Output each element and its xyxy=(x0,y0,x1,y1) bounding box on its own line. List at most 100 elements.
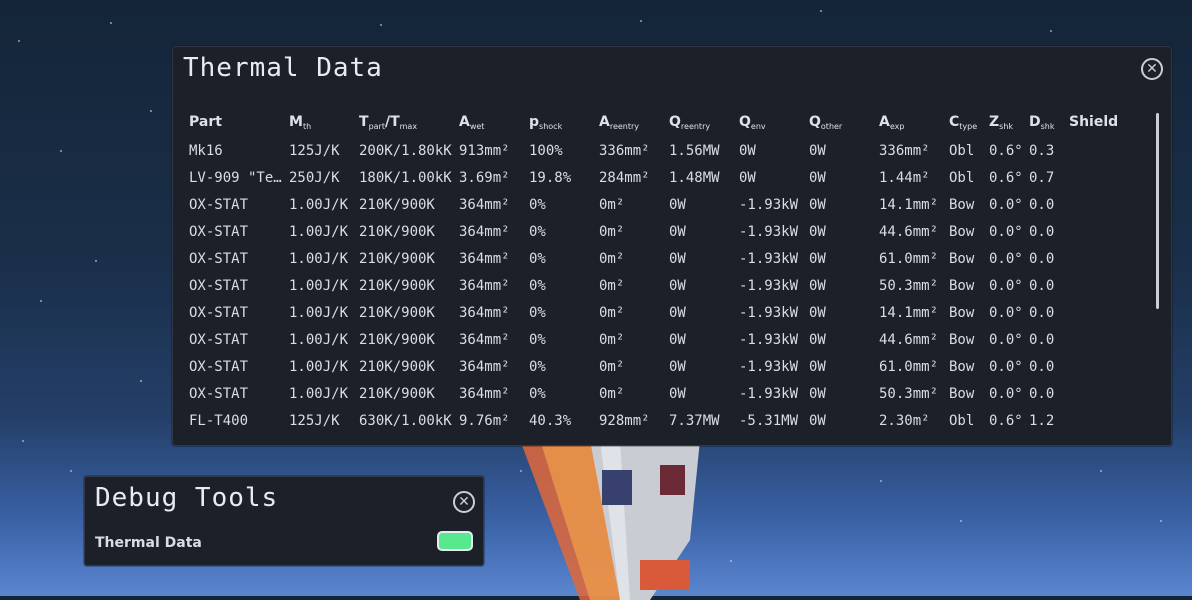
table-cell: 364mm² xyxy=(459,250,510,267)
thermal-data-table: Part Mth Tpart/Tmax Awet pshock Areentry Qreen… xyxy=(189,107,1129,434)
table-cell: 0m² xyxy=(599,277,625,294)
table-cell: 1.44m² xyxy=(879,169,930,186)
table-cell: Bow xyxy=(949,304,975,321)
table-cell: 0.0° xyxy=(989,304,1023,321)
table-cell: 364mm² xyxy=(459,277,510,294)
table-cell: Bow xyxy=(949,385,975,402)
table-cell: 61.0mm² xyxy=(879,250,939,267)
table-cell: 210K/900K xyxy=(359,250,435,267)
table-cell: -1.93kW xyxy=(739,196,799,213)
table-cell: 0.0 xyxy=(1029,331,1055,348)
table-cell: 1.00J/K xyxy=(289,331,349,348)
scrollbar[interactable] xyxy=(1156,113,1159,309)
table-cell: 0.0° xyxy=(989,196,1023,213)
table-cell: 0.0 xyxy=(1029,277,1055,294)
close-icon[interactable]: ✕ xyxy=(453,491,475,513)
table-cell: 200K/1.80kK xyxy=(359,142,452,159)
table-cell: 1.56MW xyxy=(669,142,720,159)
table-cell: 0W xyxy=(809,250,826,267)
column-header: Aexp xyxy=(879,113,905,131)
table-cell: 1.48MW xyxy=(669,169,720,186)
table-cell: OX-STAT xyxy=(189,331,249,348)
table-cell: -1.93kW xyxy=(739,331,799,348)
table-cell: 50.3mm² xyxy=(879,385,939,402)
debug-tools-window: Debug Tools ✕ Thermal Data xyxy=(84,476,484,566)
table-cell: 630K/1.00kK xyxy=(359,412,452,429)
table-cell: 0m² xyxy=(599,250,625,267)
table-cell: 0m² xyxy=(599,304,625,321)
table-cell: -1.93kW xyxy=(739,277,799,294)
table-cell: 0.6° xyxy=(989,142,1023,159)
table-cell: 364mm² xyxy=(459,385,510,402)
column-header: Qenv xyxy=(739,113,766,131)
table-cell: 44.6mm² xyxy=(879,331,939,348)
table-cell: 0W xyxy=(809,412,826,429)
column-header: Qother xyxy=(809,113,843,131)
table-cell: 336mm² xyxy=(599,142,650,159)
table-cell: Bow xyxy=(949,331,975,348)
table-row: OX-STAT 1.00J/K 210K/900K 364mm² 0% 0m² 0W -1.9… xyxy=(189,353,1129,380)
table-cell: 0.0° xyxy=(989,358,1023,375)
table-cell: 210K/900K xyxy=(359,223,435,240)
table-cell: 1.00J/K xyxy=(289,196,349,213)
table-cell: 0W xyxy=(669,304,686,321)
table-cell: 0W xyxy=(809,385,826,402)
table-cell: 0.0° xyxy=(989,385,1023,402)
column-header: Shield xyxy=(1069,114,1119,130)
table-cell: 210K/900K xyxy=(359,304,435,321)
table-cell: 0.0 xyxy=(1029,385,1055,402)
column-header: Ctype xyxy=(949,113,978,131)
thermal-data-window: Thermal Data ✕ Part Mth Tpart/Tmax Awet psho… xyxy=(172,46,1172,446)
table-cell: 50.3mm² xyxy=(879,277,939,294)
table-cell: 1.00J/K xyxy=(289,223,349,240)
table-cell: 0W xyxy=(809,196,826,213)
table-cell: 928mm² xyxy=(599,412,650,429)
close-icon[interactable]: ✕ xyxy=(1141,58,1163,80)
table-cell xyxy=(1069,272,1129,299)
column-header: Mth xyxy=(289,113,312,131)
column-header: Areentry xyxy=(599,113,640,131)
table-cell: 40.3% xyxy=(529,412,572,429)
table-cell: 284mm² xyxy=(599,169,650,186)
table-cell: 0.7 xyxy=(1029,169,1055,186)
table-cell: 0W xyxy=(669,331,686,348)
table-cell: 0W xyxy=(739,142,756,159)
table-cell: 364mm² xyxy=(459,358,510,375)
table-cell: 14.1mm² xyxy=(879,304,939,321)
table-cell: 180K/1.00kK xyxy=(359,169,452,186)
table-cell: FL-T400 xyxy=(189,412,249,429)
table-cell: 0.6° xyxy=(989,169,1023,186)
table-cell: 0m² xyxy=(599,358,625,375)
table-row: Mk16 125J/K 200K/1.80kK 913mm² 100% 336mm² 1.5… xyxy=(189,137,1129,164)
table-cell: 0% xyxy=(529,223,546,240)
table-cell xyxy=(1069,380,1129,407)
table-cell: 100% xyxy=(529,142,563,159)
table-cell: 250J/K xyxy=(289,169,340,186)
table-cell: 0.0° xyxy=(989,223,1023,240)
table-row: OX-STAT 1.00J/K 210K/900K 364mm² 0% 0m² 0W -1.9… xyxy=(189,380,1129,407)
table-cell: 0% xyxy=(529,331,546,348)
table-cell: 210K/900K xyxy=(359,385,435,402)
table-cell: 0W xyxy=(809,358,826,375)
table-cell xyxy=(1069,137,1129,164)
table-cell: 1.2 xyxy=(1029,412,1055,429)
table-cell: 1.00J/K xyxy=(289,304,349,321)
table-cell: 0W xyxy=(809,223,826,240)
table-cell: 0% xyxy=(529,385,546,402)
table-cell: 210K/900K xyxy=(359,358,435,375)
table-row: LV-909 "Te… 250J/K 180K/1.00kK 3.69m² 19.8% 2… xyxy=(189,164,1129,191)
thermal-data-toggle-label: Thermal Data xyxy=(95,535,202,551)
table-cell: OX-STAT xyxy=(189,196,249,213)
table-cell: 0.0° xyxy=(989,331,1023,348)
table-cell: OX-STAT xyxy=(189,385,249,402)
table-cell: 1.00J/K xyxy=(289,250,349,267)
table-cell: 0W xyxy=(809,304,826,321)
table-row: OX-STAT 1.00J/K 210K/900K 364mm² 0% 0m² 0W -1.9… xyxy=(189,299,1129,326)
table-cell: 913mm² xyxy=(459,142,510,159)
thermal-data-toggle[interactable] xyxy=(437,531,473,551)
column-header: Zshk xyxy=(989,113,1014,131)
table-cell: Obl xyxy=(949,169,975,186)
table-cell xyxy=(1069,191,1129,218)
table-cell: 0.0 xyxy=(1029,358,1055,375)
table-cell: Obl xyxy=(949,142,975,159)
